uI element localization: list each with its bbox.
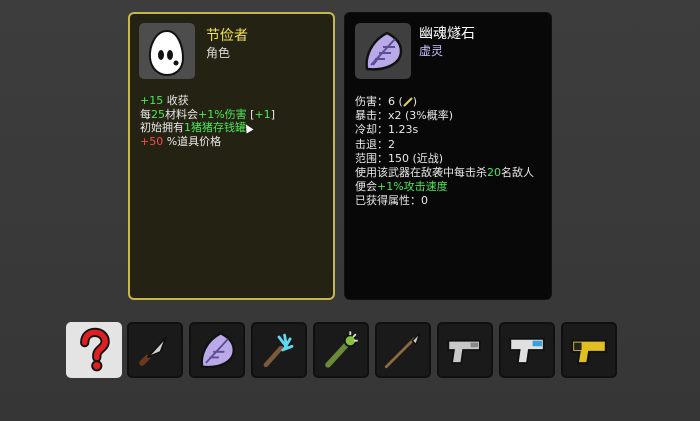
- ghost-flint-icon: [200, 331, 235, 369]
- damage-value: 6 (: [388, 95, 403, 108]
- knockback-value: 2: [388, 137, 395, 151]
- stat-amount: 1: [184, 121, 191, 134]
- effect-text: 便会: [355, 180, 377, 194]
- stat-price-text: %道具价格: [163, 134, 222, 148]
- stat-starting-item: 初始拥有1猪猪存钱罐: [140, 121, 275, 135]
- weapon-panel: 幽魂燧石 虚灵 伤害：6 () 暴击：x2 (3%概率) 冷却：1.23s 击退…: [344, 12, 552, 300]
- stat-harvest-text: 收获: [163, 94, 189, 107]
- weapon-crit: 暴击：x2 (3%概率): [355, 109, 534, 123]
- stat-item-price: +50 %道具价格: [140, 135, 275, 149]
- spiked-club-icon: [325, 331, 358, 368]
- pistol-icon: [447, 339, 481, 364]
- weapon-damage: 伤害：6 (): [355, 95, 534, 109]
- stat-price-value: +50: [140, 134, 164, 148]
- stat-bracket-close: ]: [270, 107, 275, 121]
- weapon-effect-line2: 便会+1%攻击速度: [355, 180, 534, 194]
- stat-prefix: 每: [140, 107, 151, 121]
- slot-knife[interactable]: [127, 322, 183, 378]
- knockback-label: 击退：: [355, 137, 388, 151]
- weapon-cooldown: 冷却：1.23s: [355, 123, 534, 137]
- character-role: 角色: [206, 46, 231, 60]
- weapon-stats: 伤害：6 () 暴击：x2 (3%概率) 冷却：1.23s 击退：2 范围：15…: [355, 95, 534, 209]
- damage-label: 伤害：: [355, 95, 388, 108]
- ghost-flint-icon: [365, 31, 403, 71]
- knife-icon: [139, 336, 168, 366]
- question-mark-icon: [80, 327, 110, 372]
- slot-taser[interactable]: [561, 322, 617, 378]
- slot-ghost-flint[interactable]: [189, 322, 245, 378]
- spear-icon: [384, 332, 421, 369]
- stat-harvest-value: +15: [140, 94, 164, 107]
- taser-icon: [571, 339, 607, 364]
- stat-damage-per-material: 每25材料会+1%伤害 [+1]: [140, 108, 275, 122]
- slot-spiked-club[interactable]: [313, 322, 369, 378]
- effect-bonus: +1%攻击速度: [377, 180, 448, 194]
- character-name: 节俭者: [206, 28, 248, 44]
- slot-ice-scepter[interactable]: [251, 322, 307, 378]
- slot-spear[interactable]: [375, 322, 431, 378]
- weapon-range: 范围：150 (近战): [355, 152, 534, 166]
- smg-icon: [509, 337, 545, 364]
- slot-pistol[interactable]: [437, 322, 493, 378]
- crit-value: x2 (3%概率): [388, 109, 454, 123]
- range-label: 范围：: [355, 151, 388, 165]
- character-panel: 节俭者 角色 +15 收获 每25材料会+1%伤害 [+1] 初始拥有1猪猪存钱…: [128, 12, 335, 300]
- stat-bracket-value: +1: [254, 107, 271, 121]
- cooldown-value: 1.23s: [388, 123, 419, 137]
- weapon-portrait: [355, 23, 411, 79]
- weapon-effect-line1: 使用该武器在敌袭中每击杀20名敌人: [355, 166, 534, 180]
- weapon-attributes: 已获得属性：0: [355, 194, 534, 208]
- weapon-knockback: 击退：2: [355, 138, 534, 152]
- stat-middle: 材料会: [165, 107, 198, 121]
- weapon-type: 虚灵: [419, 44, 444, 58]
- stat-item-link[interactable]: 猪猪存钱罐: [191, 121, 246, 134]
- slot-random[interactable]: [66, 322, 122, 378]
- weapon-name: 幽魂燧石: [419, 26, 475, 42]
- effect-text: 名敌人: [501, 166, 534, 180]
- range-value: 150 (近战): [388, 151, 444, 165]
- egg-face-icon: [148, 29, 185, 77]
- stat-harvest: +15 收获: [140, 94, 275, 108]
- stat-prefix: 初始拥有: [140, 121, 184, 134]
- attributes-label: 已获得属性：: [355, 194, 421, 208]
- melee-dagger-icon: [403, 97, 413, 107]
- crit-label: 暴击：: [355, 109, 388, 123]
- slot-smg[interactable]: [499, 322, 555, 378]
- cooldown-label: 冷却：: [355, 123, 388, 137]
- character-stats: +15 收获 每25材料会+1%伤害 [+1] 初始拥有1猪猪存钱罐 +50 %…: [140, 94, 275, 148]
- ice-scepter-icon: [263, 333, 294, 368]
- stat-amount: 25: [151, 107, 165, 121]
- attributes-value: 0: [421, 194, 428, 208]
- stat-bonus: +1%伤害: [198, 107, 247, 121]
- effect-text: 使用该武器在敌袭中每击杀: [355, 166, 487, 180]
- effect-amount: 20: [487, 166, 501, 180]
- character-portrait: [139, 23, 195, 79]
- damage-close: ): [412, 95, 418, 108]
